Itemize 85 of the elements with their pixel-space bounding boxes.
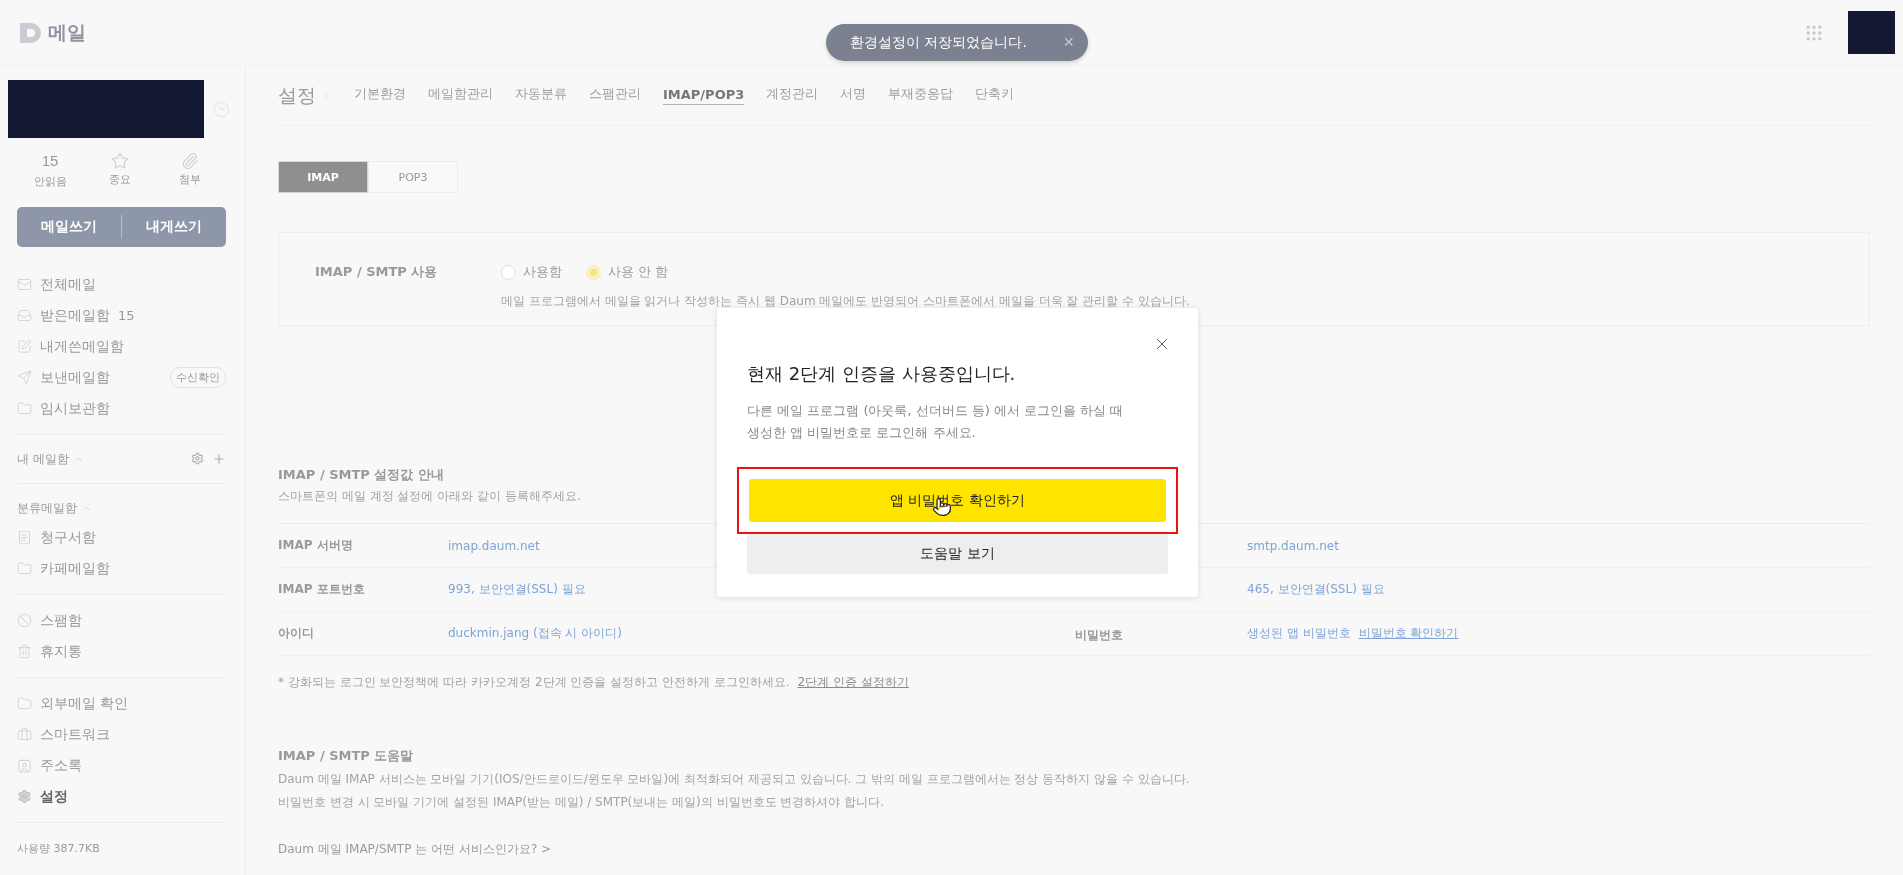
mailbox-link[interactable]: 설정 bbox=[40, 787, 68, 806]
mailbox-icon bbox=[17, 370, 32, 385]
mailbox-link[interactable]: 스마트워크 bbox=[40, 725, 110, 744]
stat-button[interactable]: 15 안읽음 bbox=[25, 152, 75, 189]
help-text: Daum 메일 IMAP 서비스는 모바일 기기(IOS/안드로이드/윈도우 모바일)에 최적화되어 제공되고 있습니다. 그 밖의 메일 프로그램에서는 정상 동작하지 않을 수 있습니다. bbox=[278, 771, 1190, 788]
star-icon bbox=[111, 152, 129, 170]
mailbox-icon bbox=[17, 644, 32, 659]
help-link[interactable]: Daum 메일 IMAP/SMTP 는 어떤 서비스인가요? > bbox=[278, 841, 552, 858]
dialog-message: 다른 메일 프로그램 (아웃룩, 선더버드 등) 에서 로그인을 하실 때 생성한 앱 비밀번호로 로그인해 주세요. bbox=[747, 402, 1125, 442]
app-title: 메일 bbox=[48, 19, 86, 45]
settings-tab[interactable]: 서명 bbox=[840, 85, 867, 106]
row-label: IMAP 서버명 bbox=[278, 537, 354, 554]
section-title: IMAP / SMTP 도움말 bbox=[278, 747, 414, 765]
compose-button[interactable]: 메일쓰기 bbox=[17, 215, 121, 239]
mailbox-icon bbox=[17, 789, 32, 804]
mailbox-link[interactable]: 외부메일 확인 bbox=[40, 694, 129, 713]
radio-option[interactable]: 사용 안 함 bbox=[586, 263, 669, 281]
settings-tab[interactable]: 기본환경 bbox=[354, 85, 406, 106]
settings-tab[interactable]: IMAP/POP3 bbox=[663, 86, 745, 105]
stat-button[interactable]: 첨부 bbox=[165, 152, 215, 189]
mailbox-link[interactable]: 받은메일함 bbox=[40, 306, 110, 325]
mailbox-icon bbox=[17, 401, 32, 416]
row-label: IMAP 포트번호 bbox=[278, 581, 366, 598]
storage-usage: 사용량 387.7KB bbox=[17, 841, 101, 856]
row-value: imap.daum.net bbox=[448, 538, 541, 553]
toast-message: 환경설정이 저장되었습니다. bbox=[850, 33, 1027, 52]
section-heading[interactable]: 분류메일함 bbox=[17, 499, 77, 517]
read-receipt-tag[interactable]: 수신확인 bbox=[170, 367, 226, 388]
page-title: 설정 bbox=[278, 82, 316, 108]
section-title: IMAP / SMTP 설정값 안내 bbox=[278, 466, 444, 484]
help-text: 비밀번호 변경 시 모바일 기기에 설정된 IMAP(받는 메일) / SMTP(보내는 메일)의 비밀번호도 변경하셔야 합니다. bbox=[278, 794, 885, 811]
field-description: 메일 프로그램에서 메일을 읽거나 작성하는 즉시 웹 Daum 메일에도 반영되어 스마트폰에서 메일을 더욱 잘 관리할 수 있습니다. bbox=[501, 293, 1190, 310]
mailbox-icon bbox=[17, 277, 32, 292]
close-button[interactable]: × bbox=[1063, 32, 1074, 53]
mailbox-link[interactable]: 보낸메일함 bbox=[40, 368, 110, 387]
protocol-tab[interactable]: IMAP bbox=[278, 161, 368, 193]
avatar[interactable] bbox=[1848, 11, 1895, 54]
settings-icon[interactable] bbox=[191, 452, 204, 465]
section-heading[interactable]: 내 메일함 bbox=[17, 450, 69, 468]
row-value: 465, 보안연결(SSL) 필요 bbox=[1247, 581, 1385, 598]
row-label: 아이디 bbox=[278, 625, 315, 642]
settings-tab[interactable]: 자동분류 bbox=[515, 85, 567, 106]
chevron-down-icon bbox=[216, 104, 227, 114]
section-subtitle: 스마트폰의 메일 계정 설정에 아래와 같이 등록해주세요. bbox=[278, 488, 581, 505]
mailbox-link[interactable]: 스팸함 bbox=[40, 611, 82, 630]
settings-tab[interactable]: 스팸관리 bbox=[589, 85, 641, 106]
paperclip-icon bbox=[181, 152, 199, 170]
security-note: * 강화되는 로그인 보안정책에 따라 카카오계정 2단계 인증을 설정하고 안전하게 로그인하세요. 2단계 인증 설정하기 bbox=[278, 674, 909, 691]
row-value: 생성된 앱 비밀번호 bbox=[1247, 625, 1351, 642]
mailbox-link[interactable]: 청구서함 bbox=[40, 528, 96, 547]
settings-tab[interactable]: 부재중응답 bbox=[888, 85, 954, 106]
mailbox-icon bbox=[17, 727, 32, 742]
radio-option[interactable]: 사용함 bbox=[501, 263, 562, 281]
row-label: 비밀번호 bbox=[1075, 627, 1123, 642]
mailbox-icon bbox=[17, 339, 32, 354]
field-label: IMAP / SMTP 사용 bbox=[315, 263, 439, 281]
plus-icon[interactable] bbox=[212, 452, 226, 466]
mailbox-link[interactable]: 전체메일 bbox=[40, 275, 96, 294]
mailbox-icon bbox=[17, 758, 32, 773]
logo-icon bbox=[20, 22, 42, 43]
mailbox-icon bbox=[17, 696, 32, 711]
row-value: 993, 보안연결(SSL) 필요 bbox=[448, 581, 587, 598]
dialog-title: 현재 2단계 인증을 사용중입니다. bbox=[747, 362, 1017, 386]
stat-button[interactable]: 중요 bbox=[95, 152, 145, 189]
two-step-link[interactable]: 2단계 인증 설정하기 bbox=[797, 675, 909, 689]
settings-tab[interactable]: 메일함관리 bbox=[428, 85, 493, 106]
password-link[interactable]: 비밀번호 확인하기 bbox=[1358, 625, 1459, 642]
mailbox-icon bbox=[17, 308, 32, 323]
mailbox-icon bbox=[17, 530, 32, 545]
mailbox-icon bbox=[17, 561, 32, 576]
compose-button[interactable]: 내게쓰기 bbox=[121, 215, 226, 239]
protocol-tab[interactable]: POP3 bbox=[368, 161, 458, 193]
mailbox-link[interactable]: 내게쓴메일함 bbox=[40, 337, 124, 356]
row-value: smtp.daum.net bbox=[1247, 538, 1339, 553]
mailbox-link[interactable]: 임시보관함 bbox=[40, 399, 110, 418]
mailbox-icon bbox=[17, 613, 32, 628]
mailbox-link[interactable]: 카페메일함 bbox=[40, 559, 110, 578]
mailbox-link[interactable]: 주소록 bbox=[40, 756, 82, 775]
settings-tab[interactable]: 계정관리 bbox=[766, 85, 819, 106]
settings-tab[interactable]: 단축키 bbox=[975, 85, 1015, 106]
help-button[interactable]: 도움말 보기 bbox=[747, 534, 1168, 574]
app-password-button[interactable]: 앱 비밀번호 확인하기 bbox=[749, 479, 1166, 522]
mailbox-link[interactable]: 휴지통 bbox=[40, 642, 82, 661]
row-value: duckmin.jang (접속 시 아이디) bbox=[448, 625, 623, 642]
unread-count: 15 bbox=[118, 308, 135, 323]
